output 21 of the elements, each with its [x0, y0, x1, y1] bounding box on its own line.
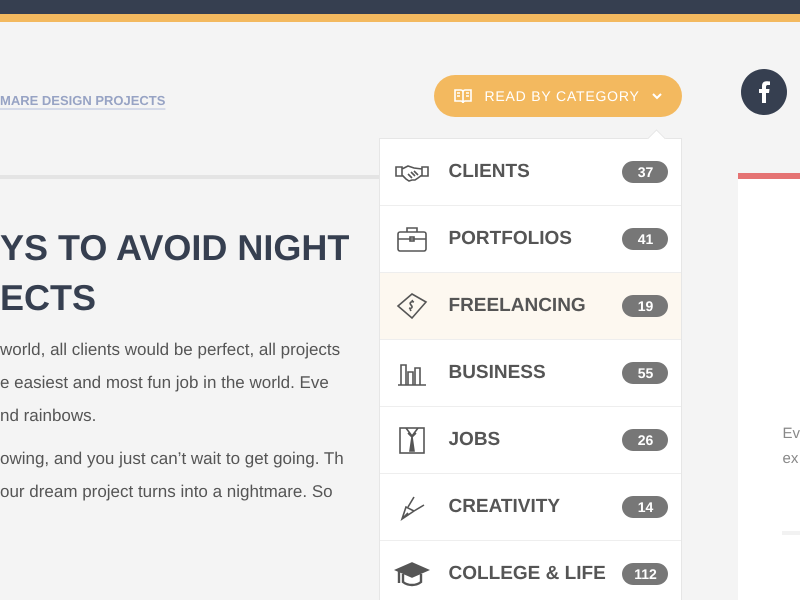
category-item[interactable]: FREELANCING 19	[380, 273, 682, 340]
paragraph-line: nd rainbows.	[0, 405, 96, 427]
card-text-line: Ev	[782, 424, 800, 444]
count-badge: 19	[622, 295, 668, 317]
count-badge: 55	[622, 362, 668, 384]
paragraph-line: e easiest and most fun job in the world. Eve	[0, 372, 329, 394]
book-icon	[454, 88, 472, 104]
article-title-line: YS TO AVOID NIGHT	[0, 226, 350, 270]
count-badge: 112	[622, 563, 668, 585]
count-badge: 26	[622, 429, 668, 451]
facebook-icon	[758, 81, 770, 103]
article-title-line: ECTS	[0, 276, 96, 320]
chevron-down-icon	[652, 92, 662, 100]
count-badge: 14	[622, 496, 668, 518]
paragraph-line: world, all clients would be perfect, all projects	[0, 339, 340, 361]
card-text-line: ex	[782, 449, 800, 469]
count-badge: 37	[622, 161, 668, 183]
paragraph-line: owing, and you just can’t wait to get going. Th	[0, 448, 344, 470]
count-badge: 41	[622, 228, 668, 250]
facebook-button[interactable]	[741, 69, 788, 115]
paragraph-line: our dream project turns into a nightmare. So	[0, 481, 333, 503]
